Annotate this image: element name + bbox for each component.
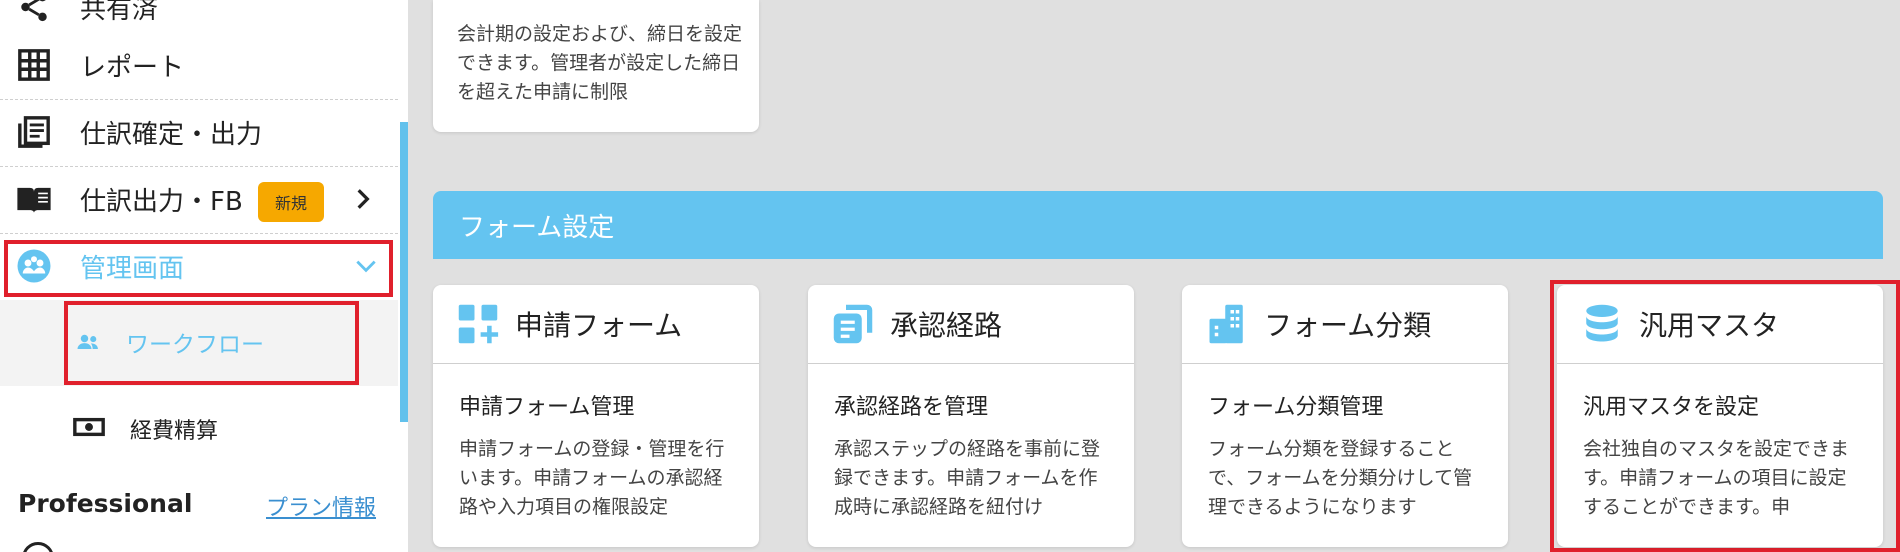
sidebar-item-label: 仕訳確定・出力 [80, 119, 263, 150]
card-title: 承認経路 [890, 309, 1003, 342]
section-header-form-settings: フォーム設定 [433, 191, 1883, 259]
sidebar-scrollbar[interactable] [400, 122, 408, 422]
plan-name: Professional [18, 489, 193, 518]
card-subtitle: 申請フォーム管理 [459, 395, 635, 420]
new-badge: 新規 [258, 182, 324, 222]
sidebar-item-label: 共有済 [80, 0, 159, 25]
card-description: 申請フォームの登録・管理を行います。申請フォームの承認経路や入力項目の権限設定 [459, 438, 725, 518]
sidebar-item-label: 仕訳出力・FB [80, 186, 243, 217]
form-add-icon [457, 303, 499, 345]
card-title: フォーム分類 [1264, 309, 1432, 342]
card-title: 汎用マスタ [1639, 309, 1780, 342]
card-general-master[interactable]: 汎用マスタ 汎用マスタを設定 会社独自のマスタを設定できます。申請フォームの項目… [1557, 285, 1883, 547]
sidebar-subitem-label: 経費精算 [130, 419, 219, 444]
card-application-form[interactable]: 申請フォーム 申請フォーム管理 申請フォームの登録・管理を行います。申請フォーム… [433, 285, 759, 547]
card-header: 汎用マスタ [1557, 285, 1883, 364]
share-icon [16, 0, 52, 25]
sidebar-item-report[interactable]: レポート [0, 32, 398, 98]
buildings-icon [1206, 303, 1248, 345]
database-icon [1581, 303, 1623, 345]
circle-icon [22, 542, 54, 552]
card-approval-route[interactable]: 承認経路 承認経路を管理 承認ステップの経路を事前に登録できます。申請フォームを… [808, 285, 1134, 547]
money-icon [72, 415, 106, 443]
sidebar-item-journal-output-fb[interactable]: 仕訳出力・FB 新規 [0, 166, 398, 232]
route-docs-icon [832, 303, 874, 345]
card-form-category[interactable]: フォーム分類 フォーム分類管理 フォーム分類を登録することで、フォームを分類分け… [1182, 285, 1508, 547]
fiscal-period-card[interactable]: 会計期の設定および、締日を設定できます。管理者が設定した締日を超えた申請に制限 [433, 0, 759, 132]
card-subtitle: 汎用マスタを設定 [1583, 395, 1760, 420]
card-subtitle: 承認経路を管理 [834, 395, 989, 420]
open-book-icon [16, 181, 52, 217]
card-title: 申請フォーム [515, 309, 683, 342]
sidebar-subitem-expense[interactable]: 経費精算 [72, 409, 218, 449]
card-description: 承認ステップの経路を事前に登録できます。申請フォームを作成時に承認経路を紐付け [834, 438, 1101, 518]
plan-info-link[interactable]: プラン情報 [266, 490, 376, 522]
sidebar-item-journal-confirm[interactable]: 仕訳確定・出力 [0, 99, 398, 165]
grid-table-icon [16, 47, 52, 83]
card-description: 会社独自のマスタを設定できます。申請フォームの項目に設定することができます。申 [1583, 438, 1850, 518]
chevron-right-icon [350, 186, 376, 216]
card-description: 会計期の設定および、締日を設定できます。管理者が設定した締日を超えた申請に制限 [457, 23, 743, 103]
highlight-workflow [64, 301, 359, 385]
card-description: フォーム分類を登録することで、フォームを分類分けして管理できるようになります [1208, 438, 1473, 518]
card-header: 申請フォーム [433, 285, 759, 364]
highlight-admin [4, 240, 393, 297]
journal-list-icon [16, 114, 52, 150]
sidebar-item-label: レポート [80, 52, 185, 83]
card-header: フォーム分類 [1182, 285, 1508, 364]
section-title: フォーム設定 [459, 212, 615, 243]
card-header: 承認経路 [808, 285, 1134, 364]
card-subtitle: フォーム分類管理 [1208, 395, 1384, 420]
